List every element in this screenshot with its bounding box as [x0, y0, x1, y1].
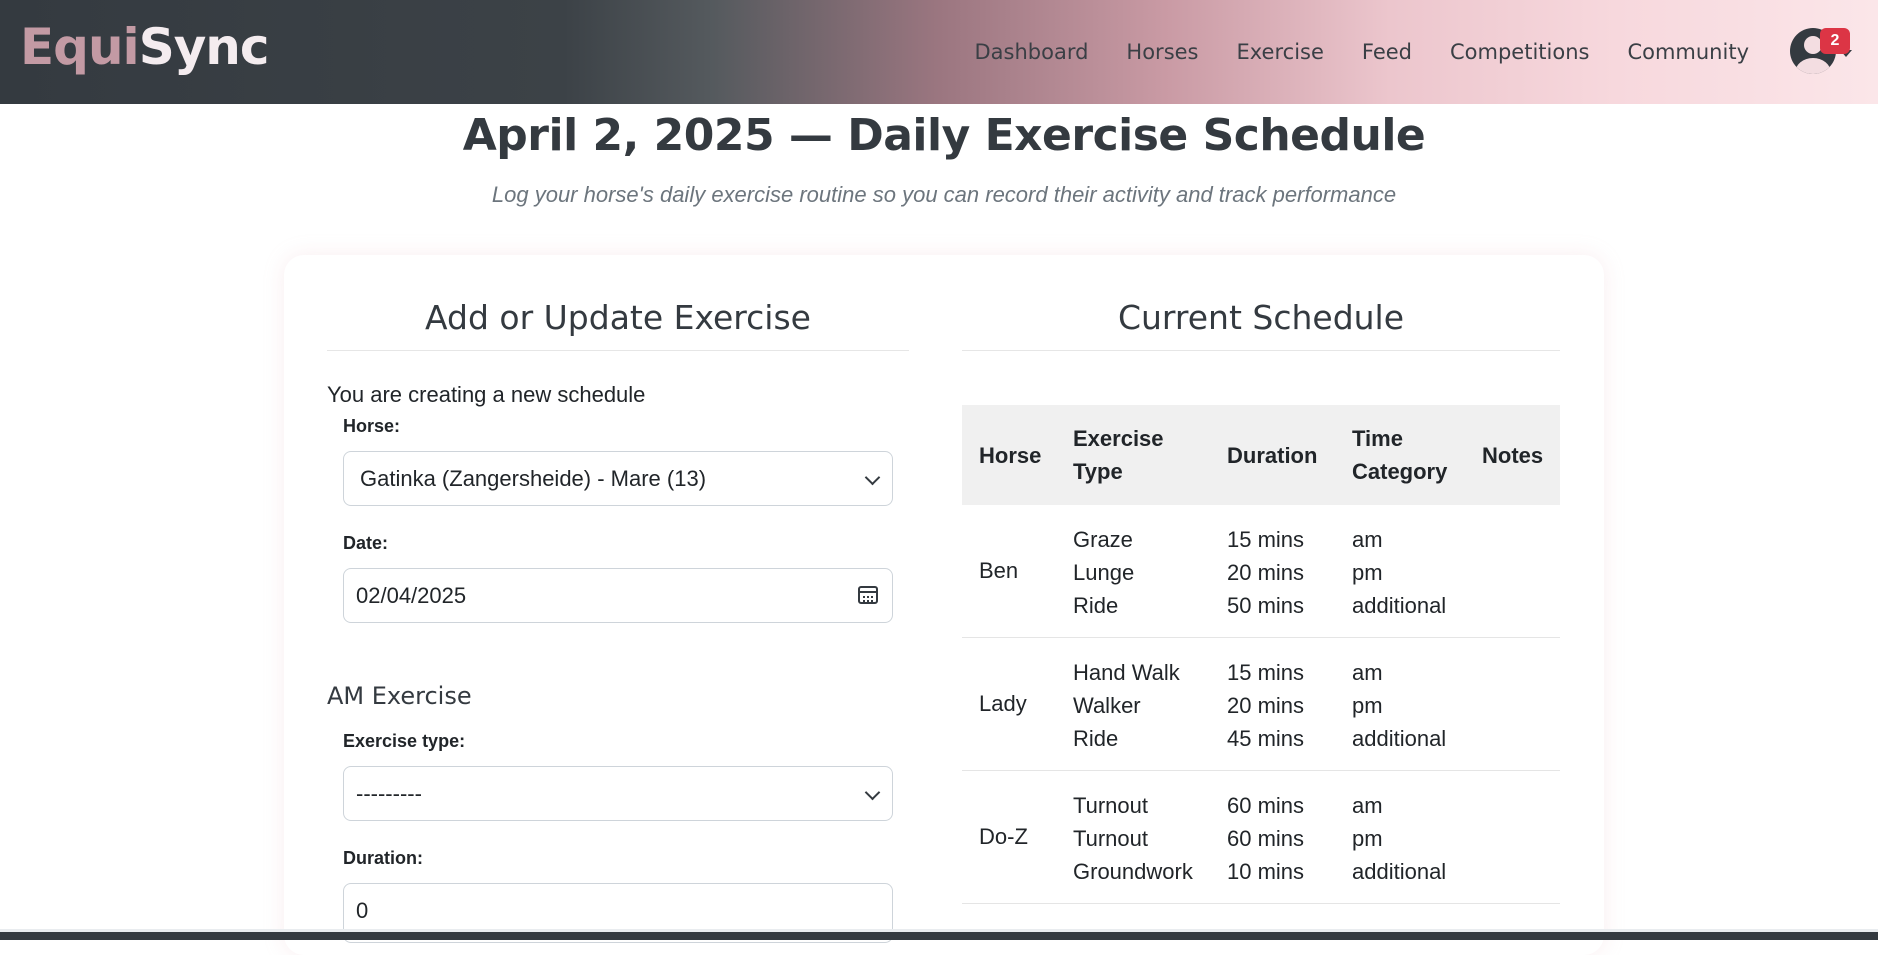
schedule-title: Current Schedule — [962, 294, 1560, 351]
am-exercise-heading: AM Exercise — [327, 682, 472, 710]
table-row: Do-Z Turnout Turnout Groundwork 60 mins 60 … — [962, 771, 1560, 904]
nav-dashboard[interactable]: Dashboard — [955, 34, 1107, 70]
column-header-exercise-type: Exercise Type — [1073, 426, 1164, 484]
cell-time-categories: am pm additional — [1352, 793, 1447, 884]
form-status-message: You are creating a new schedule — [327, 382, 646, 407]
form-title: Add or Update Exercise — [327, 294, 909, 351]
nav-community[interactable]: Community — [1608, 34, 1768, 70]
cell-horse: Lady — [979, 691, 1027, 716]
nav-competitions[interactable]: Competitions — [1431, 34, 1608, 70]
cell-durations: 60 mins 60 mins 10 mins — [1227, 793, 1305, 884]
page-subtitle: Log your horse's daily exercise routine … — [491, 182, 1397, 207]
table-header: Horse Exercise Type Duration Time Category… — [962, 405, 1560, 505]
notification-badge[interactable]: 2 — [1820, 28, 1850, 54]
brand-part-2: Sync — [138, 18, 270, 76]
cell-horse: Ben — [979, 558, 1019, 583]
cell-exercise-types: Hand Walk Walker Ride — [1073, 660, 1180, 751]
exercise-type-label: Exercise type: — [343, 731, 466, 751]
window-bottom-edge — [0, 929, 1878, 940]
table-row: Ben Graze Lunge Ride 15 mins 20 mins 50 mins… — [962, 505, 1560, 638]
chevron-down-icon — [864, 784, 881, 801]
calendar-icon[interactable] — [858, 586, 878, 604]
brand-part-1: Equi — [20, 18, 140, 76]
cell-exercise-types: Turnout Turnout Groundwork — [1073, 793, 1193, 884]
nav-links: Dashboard Horses Exercise Feed Competiti… — [955, 34, 1768, 70]
date-label: Date: — [343, 533, 389, 553]
schedule-table: Horse Exercise Type Duration Time Category… — [962, 405, 1560, 904]
nav-feed[interactable]: Feed — [1343, 34, 1431, 70]
horse-select[interactable]: Gatinka (Zangersheide) - Mare (13) — [343, 451, 893, 506]
date-input[interactable]: 02/04/2025 — [343, 568, 893, 623]
duration-input-value: 0 — [356, 898, 369, 923]
cell-durations: 15 mins 20 mins 50 mins — [1227, 527, 1305, 618]
cell-time-categories: am pm additional — [1352, 660, 1447, 751]
nav-horses[interactable]: Horses — [1107, 34, 1217, 70]
date-input-value: 02/04/2025 — [356, 583, 467, 608]
cell-durations: 15 mins 20 mins 45 mins — [1227, 660, 1305, 751]
exercise-type-value: --------- — [356, 781, 422, 806]
table-row: Lady Hand Walk Walker Ride 15 mins 20 mins 4… — [962, 638, 1560, 771]
horse-label: Horse: — [343, 416, 401, 436]
horse-select-value: Gatinka (Zangersheide) - Mare (13) — [360, 466, 707, 491]
column-header-horse: Horse — [979, 442, 1042, 468]
chevron-down-icon — [864, 469, 881, 486]
nav-exercise[interactable]: Exercise — [1218, 34, 1343, 70]
duration-label: Duration: — [343, 848, 423, 868]
page-title: April 2, 2025 — Daily Exercise Schedule — [462, 110, 1426, 161]
brand-logo[interactable]: EquiSync — [20, 14, 270, 80]
cell-exercise-types: Graze Lunge Ride — [1073, 527, 1135, 618]
column-header-time-category: Time Category — [1352, 426, 1448, 484]
cell-time-categories: am pm additional — [1352, 527, 1447, 618]
cell-horse: Do-Z — [979, 824, 1028, 849]
exercise-type-select[interactable]: --------- — [343, 766, 893, 821]
top-navbar: EquiSync Dashboard Horses Exercise Feed … — [0, 0, 1878, 104]
column-header-notes: Notes — [1482, 442, 1544, 468]
column-header-duration: Duration — [1227, 442, 1318, 468]
